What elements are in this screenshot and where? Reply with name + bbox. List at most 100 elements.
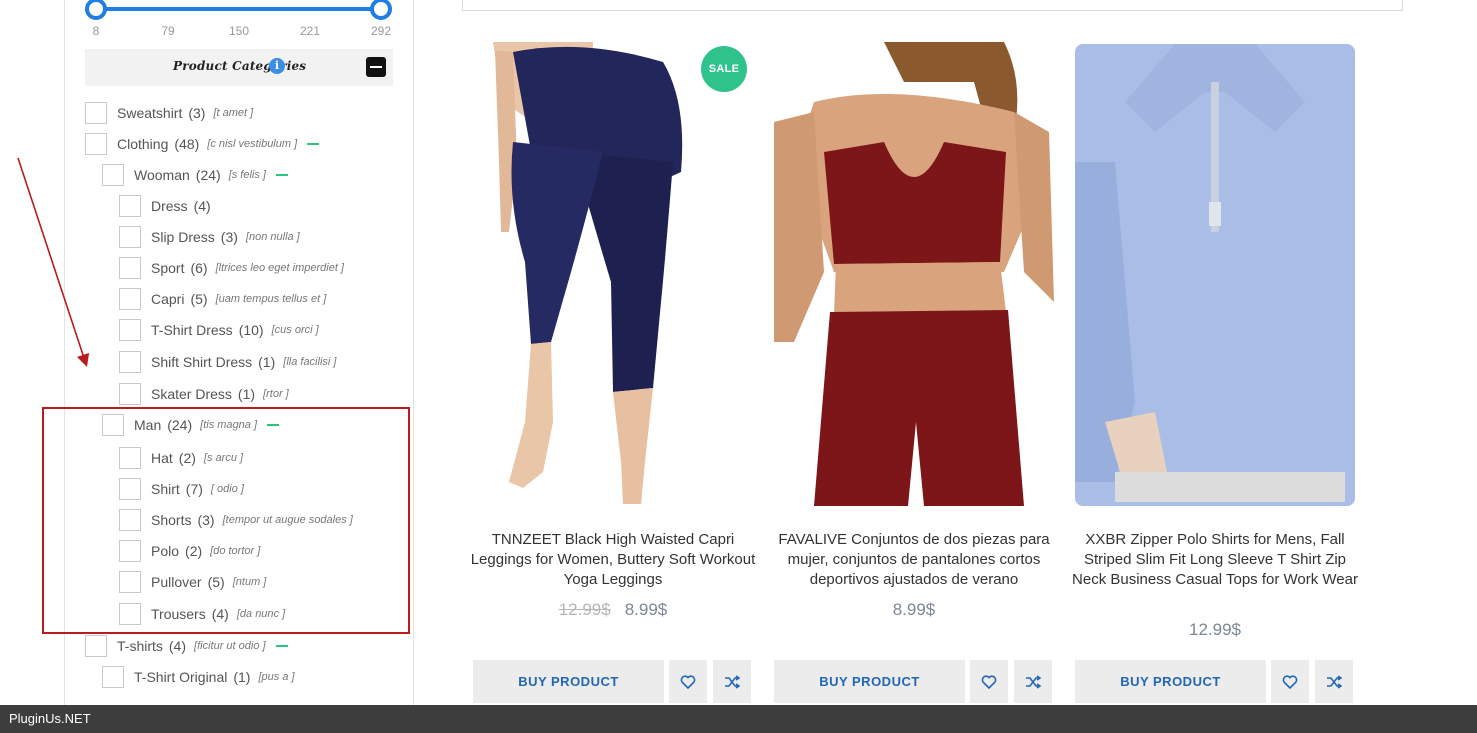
- product-card: FAVALIVE Conjuntos de dos piezas para mu…: [774, 42, 1054, 704]
- category-count: (24): [195, 167, 221, 183]
- category-checkbox[interactable]: [102, 666, 124, 688]
- heart-icon: [680, 674, 696, 689]
- category-name[interactable]: Clothing: [117, 136, 168, 152]
- category-name[interactable]: Dress: [151, 198, 188, 214]
- category-checkbox[interactable]: [119, 195, 141, 217]
- category-item[interactable]: Sport (6) [ltrices leo eget imperdiet ]: [119, 256, 344, 280]
- category-checkbox[interactable]: [85, 635, 107, 657]
- current-price: 8.99$: [892, 600, 936, 619]
- category-description: [c nisl vestibulum ]: [207, 138, 298, 150]
- category-description: [cus orci ]: [271, 324, 319, 336]
- product-card: TNNZEET Black High Waisted Capri Legging…: [471, 42, 755, 704]
- category-count: (4): [193, 198, 211, 214]
- category-count: (4): [168, 638, 187, 654]
- category-checkbox[interactable]: [85, 102, 107, 124]
- category-item[interactable]: Skater Dress (1) [rtor ]: [119, 382, 289, 406]
- category-description: [t amet ]: [213, 107, 254, 119]
- category-name[interactable]: Sport: [151, 260, 184, 276]
- category-name[interactable]: Slip Dress: [151, 229, 215, 245]
- category-item[interactable]: T-Shirt Dress (10) [cus orci ]: [119, 318, 319, 342]
- category-count: (5): [190, 291, 208, 307]
- category-item[interactable]: T-Shirt Original (1) [pus a ]: [102, 665, 295, 689]
- category-name[interactable]: Skater Dress: [151, 386, 232, 402]
- product-price: 12.99$: [1075, 620, 1355, 640]
- current-price: 12.99$: [1189, 620, 1241, 639]
- category-count: (3): [220, 229, 238, 245]
- category-name[interactable]: T-Shirt Dress: [151, 322, 233, 338]
- category-count: (1): [237, 386, 256, 402]
- category-checkbox[interactable]: [119, 319, 141, 341]
- category-count: (3): [188, 105, 206, 121]
- category-name[interactable]: Wooman: [134, 167, 190, 183]
- wishlist-button[interactable]: [970, 660, 1008, 703]
- shuffle-icon: [1026, 674, 1041, 689]
- slider-tick: 221: [299, 24, 321, 38]
- buy-product-button[interactable]: BUY PRODUCT: [473, 660, 664, 703]
- toolbar-box: [462, 0, 1403, 11]
- info-icon[interactable]: i: [269, 58, 285, 74]
- category-name[interactable]: Capri: [151, 291, 184, 307]
- footer-brand[interactable]: PluginUs.NET: [9, 711, 91, 726]
- category-name[interactable]: T-shirts: [117, 638, 163, 654]
- collapse-toggle-icon[interactable]: [275, 174, 288, 176]
- category-checkbox[interactable]: [102, 164, 124, 186]
- category-checkbox[interactable]: [119, 351, 141, 373]
- heart-icon: [981, 674, 997, 689]
- category-item[interactable]: Slip Dress (3) [non nulla ]: [119, 225, 300, 249]
- slider-max-handle[interactable]: [370, 0, 392, 20]
- collapse-toggle-icon[interactable]: [275, 645, 288, 647]
- heart-icon: [1282, 674, 1298, 689]
- category-name[interactable]: T-Shirt Original: [134, 669, 227, 685]
- category-checkbox[interactable]: [119, 257, 141, 279]
- sale-badge: SALE: [701, 46, 747, 92]
- category-checkbox[interactable]: [119, 226, 141, 248]
- category-item[interactable]: Wooman (24) [s felis ]: [102, 163, 288, 187]
- minus-square-icon[interactable]: [366, 57, 386, 77]
- wishlist-button[interactable]: [669, 660, 707, 703]
- price-range-slider[interactable]: 8 79 150 221 292: [85, 0, 395, 46]
- collapse-toggle-icon[interactable]: [307, 143, 320, 145]
- category-item[interactable]: T-shirts (4) [ficitur ut odio ]: [85, 634, 288, 658]
- compare-button[interactable]: [1014, 660, 1052, 703]
- wishlist-button[interactable]: [1271, 660, 1309, 703]
- category-item[interactable]: Shift Shirt Dress (1) [lla facilisi ]: [119, 350, 336, 374]
- buy-product-button[interactable]: BUY PRODUCT: [774, 660, 965, 703]
- category-name[interactable]: Shift Shirt Dress: [151, 354, 252, 370]
- buy-product-button[interactable]: BUY PRODUCT: [1075, 660, 1266, 703]
- category-name[interactable]: Sweatshirt: [117, 105, 182, 121]
- product-title[interactable]: XXBR Zipper Polo Shirts for Mens, Fall S…: [1069, 530, 1361, 590]
- slider-min-handle[interactable]: [85, 0, 107, 20]
- slider-tick: 150: [228, 24, 250, 38]
- category-item[interactable]: Clothing (48) [c nisl vestibulum ]: [85, 132, 320, 156]
- shuffle-icon: [1327, 674, 1342, 689]
- category-count: (48): [174, 136, 200, 152]
- category-count: (10): [238, 322, 264, 338]
- category-description: [lla facilisi ]: [283, 356, 337, 368]
- category-description: [non nulla ]: [245, 231, 300, 243]
- category-description: [pus a ]: [258, 671, 295, 683]
- product-title[interactable]: TNNZEET Black High Waisted Capri Legging…: [467, 530, 759, 590]
- category-count: (1): [258, 354, 276, 370]
- category-item[interactable]: Capri (5) [uam tempus tellus et ]: [119, 287, 326, 311]
- two-piece-set-photo[interactable]: [774, 42, 1054, 506]
- category-count: (1): [233, 669, 251, 685]
- polo-shirt-photo[interactable]: [1075, 42, 1355, 506]
- category-checkbox[interactable]: [119, 383, 141, 405]
- slider-track: [96, 7, 381, 11]
- category-item[interactable]: Sweatshirt (3) [t amet ]: [85, 101, 253, 125]
- category-count: (6): [190, 260, 208, 276]
- highlight-box-man-category: [42, 407, 410, 634]
- category-checkbox[interactable]: [119, 288, 141, 310]
- leggings-photo[interactable]: [473, 42, 753, 506]
- slider-tick: 292: [370, 24, 392, 38]
- compare-button[interactable]: [1315, 660, 1353, 703]
- category-item[interactable]: Dress (4): [119, 194, 211, 218]
- product-title[interactable]: FAVALIVE Conjuntos de dos piezas para mu…: [768, 530, 1060, 590]
- category-description: [rtor ]: [263, 388, 289, 400]
- current-price: 8.99$: [624, 600, 668, 619]
- category-description: [ficitur ut odio ]: [194, 640, 266, 652]
- bottom-bar: PluginUs.NET: [0, 705, 1477, 733]
- sidebar-right-border: [413, 0, 414, 705]
- category-description: [s felis ]: [228, 169, 266, 181]
- compare-button[interactable]: [713, 660, 751, 703]
